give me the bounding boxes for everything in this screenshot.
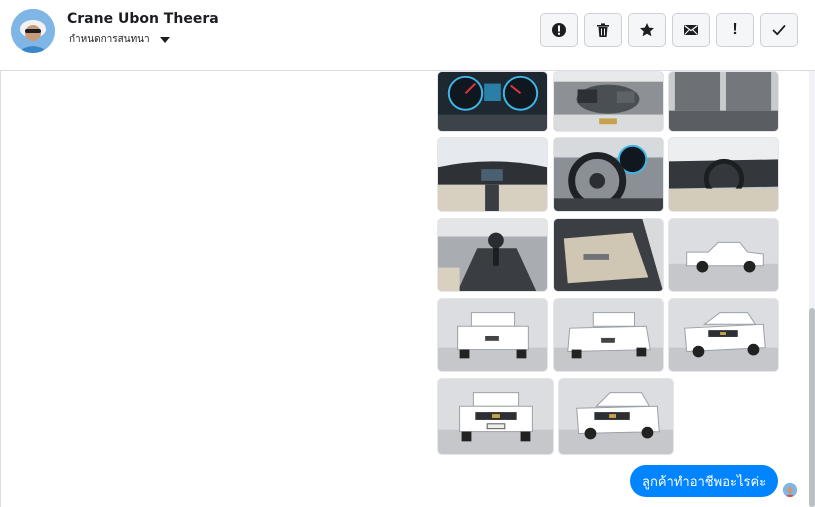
outgoing-message-bubble[interactable]: ลูกค้าทำอาชีพอะไรค่ะ — [630, 465, 779, 497]
conversation-settings-dropdown[interactable]: กำหนดการสนทนา — [69, 32, 170, 47]
conversation-header: Crane Ubon Theera กำหนดการสนทนา ! — [0, 0, 815, 71]
photo-door-panel[interactable] — [553, 218, 664, 292]
seen-by-avatar — [783, 483, 797, 497]
photo-cabin-dashboard[interactable] — [437, 137, 548, 212]
scrollbar-thumb[interactable] — [809, 308, 815, 507]
photo-steering-wheel-gauges[interactable] — [553, 137, 664, 212]
photo-pickup-rear[interactable] — [437, 298, 548, 372]
star-button[interactable] — [628, 13, 666, 47]
mark-unread-button[interactable] — [672, 13, 710, 47]
star-icon — [640, 23, 654, 37]
follow-up-button[interactable]: ! — [716, 13, 754, 47]
panel-divider — [0, 71, 1, 507]
message-text: ลูกค้าทำอาชีพอะไรค่ะ — [642, 474, 767, 490]
photo-engine-bay[interactable] — [553, 71, 664, 132]
trash-icon — [597, 23, 609, 37]
conversation-settings-label: กำหนดการสนทนา — [69, 34, 150, 45]
photo-dashboard-gauges[interactable] — [437, 71, 548, 132]
photo-pickup-side[interactable] — [668, 218, 779, 292]
caret-down-icon — [159, 36, 170, 43]
photo-pickup-front-angle[interactable] — [558, 378, 674, 455]
photo-pickup-front-quarter[interactable] — [668, 298, 779, 372]
photo-pickup-front[interactable] — [437, 378, 554, 455]
contact-name[interactable]: Crane Ubon Theera — [67, 11, 219, 27]
mark-done-button[interactable] — [760, 13, 798, 47]
check-icon — [772, 25, 786, 36]
conversation-toolbar: ! — [540, 13, 798, 47]
envelope-icon — [684, 25, 698, 35]
photo-driver-interior[interactable] — [668, 137, 779, 212]
delete-button[interactable] — [584, 13, 622, 47]
exclamation-circle-icon — [552, 23, 566, 37]
photo-rear-seats[interactable] — [668, 71, 779, 132]
photo-gear-shifter[interactable] — [437, 218, 548, 292]
exclamation-icon: ! — [732, 21, 738, 38]
photo-pickup-rear-quarter[interactable] — [553, 298, 664, 372]
messenger-conversation: Crane Ubon Theera กำหนดการสนทนา ! ลูกค้า… — [0, 0, 815, 507]
contact-avatar[interactable] — [11, 9, 55, 53]
report-spam-button[interactable] — [540, 13, 578, 47]
